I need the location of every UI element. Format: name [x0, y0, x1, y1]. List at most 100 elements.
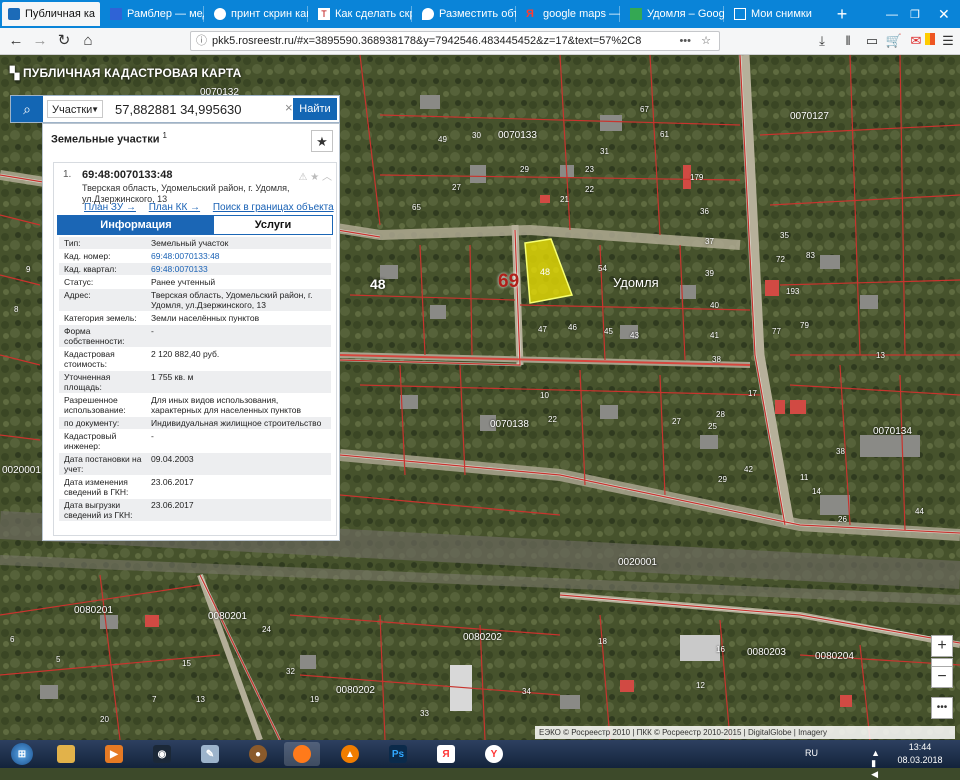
attribute-key: Дата постановки на учет:: [64, 454, 142, 474]
new-tab-button[interactable]: +: [830, 2, 854, 26]
quarter-label: 0080202: [336, 685, 375, 696]
maximize-button[interactable]: ❐: [904, 2, 924, 26]
tab[interactable]: принт скрин как: [208, 2, 308, 26]
taskbar-yandex[interactable]: Я: [428, 742, 464, 766]
clock-time[interactable]: 13:44: [892, 742, 948, 752]
parcel-number-label: 30: [472, 131, 481, 140]
tab-title: Публичная ка: [25, 8, 96, 20]
collapse-icon[interactable]: ︿: [322, 172, 332, 183]
media-icon: ▶: [105, 745, 123, 763]
parcel-number-label: 36: [700, 207, 709, 216]
brand-logo-icon: ▚: [10, 66, 23, 80]
search-input[interactable]: [111, 100, 295, 118]
parcel-number-label: 47: [538, 325, 547, 334]
menu-icon[interactable]: ☰: [938, 31, 958, 51]
parcel-number-label: 14: [812, 487, 821, 496]
find-button[interactable]: Найти: [293, 98, 337, 120]
tab[interactable]: Я google maps — Я: [520, 2, 620, 26]
star-icon[interactable]: ★: [310, 172, 319, 183]
attribute-value[interactable]: 69:48:0070133: [149, 263, 331, 275]
parcel-number-label: 79: [800, 321, 809, 330]
tab[interactable]: Рамблер — меди: [104, 2, 204, 26]
close-icon[interactable]: ×: [95, 7, 100, 21]
clock-date[interactable]: 08.03.2018: [892, 755, 948, 765]
tab[interactable]: Удомля – Google: [624, 2, 724, 26]
quarter-label: 0080203: [747, 647, 786, 658]
zoom-out-button[interactable]: −: [931, 666, 953, 688]
language-indicator[interactable]: RU: [805, 748, 818, 758]
taskbar-explorer[interactable]: [48, 742, 84, 766]
quarter-label: 0080202: [463, 632, 502, 643]
attribute-key: Кадастровый инженер:: [64, 431, 117, 451]
home-button[interactable]: ⌂: [78, 31, 98, 51]
flag-icon[interactable]: [920, 31, 940, 51]
parcel-number-label: 38: [712, 355, 721, 364]
parcel-number-label: 9: [26, 265, 31, 274]
search-type-select[interactable]: Участки ▼: [47, 100, 103, 118]
tray-icons[interactable]: ▲ ▮ ◀: [871, 748, 884, 780]
page-actions-icon[interactable]: •••: [679, 32, 691, 50]
parcel-number-label: 20: [100, 715, 109, 724]
taskbar-steam[interactable]: ◉: [144, 742, 180, 766]
tab-information[interactable]: Информация: [58, 216, 214, 234]
tab[interactable]: Разместить объя: [416, 2, 516, 26]
parcel-number-label: 72: [776, 255, 785, 264]
attribute-value[interactable]: 69:48:0070133:48: [149, 250, 331, 262]
warning-icon[interactable]: ⚠: [299, 172, 308, 183]
city-label: Удомля: [613, 275, 659, 290]
tab-title: Мои снимки: [751, 8, 812, 20]
taskbar-avast[interactable]: ▲: [332, 742, 368, 766]
tab[interactable]: T Как сделать скри: [312, 2, 412, 26]
attribute-value: 23.06.2017: [151, 477, 194, 487]
start-button[interactable]: ⊞: [2, 742, 42, 766]
address-bar[interactable]: ⓘ pkk5.rosreestr.ru/#x=3895590.368938178&…: [190, 31, 720, 51]
attribute-row: Разрешенное использование: Для иных видов…: [59, 394, 331, 417]
forward-button[interactable]: →: [30, 31, 50, 51]
parcel-number-label: 39: [705, 269, 714, 278]
cart-icon[interactable]: 🛒: [884, 31, 904, 51]
map-menu-button[interactable]: •••: [931, 697, 953, 719]
zoom-in-button[interactable]: +: [931, 635, 953, 657]
quarter-label: 0070127: [790, 111, 829, 122]
parcel-number-label: 34: [522, 687, 531, 696]
search-icon[interactable]: ⌕: [11, 96, 43, 122]
tab[interactable]: Мои снимки: [728, 2, 828, 26]
taskbar-yandex-browser[interactable]: Y: [476, 742, 512, 766]
tool-icon: ✎: [201, 745, 219, 763]
tab-services[interactable]: Услуги: [214, 216, 332, 234]
taskbar-media[interactable]: ▶: [96, 742, 132, 766]
tab-active[interactable]: Публичная ка ×: [2, 2, 100, 26]
clear-icon[interactable]: ×: [285, 100, 293, 115]
quarter-number: 48: [370, 276, 386, 292]
explorer-icon: [57, 745, 75, 763]
taskbar-photoshop[interactable]: Ps: [380, 742, 416, 766]
attribute-value: Земельный участок: [151, 238, 229, 248]
parcel-number-label: 18: [598, 637, 607, 646]
tab-title: принт скрин как: [231, 8, 308, 20]
plan-kk-link[interactable]: План КК →: [149, 202, 200, 213]
parcel-number-label: 65: [412, 203, 421, 212]
download-icon[interactable]: ⤓: [812, 31, 832, 51]
attribute-key: Тип:: [64, 238, 81, 248]
taskbar-disc[interactable]: ●: [240, 742, 276, 766]
sidebar-icon[interactable]: ▭: [862, 31, 882, 51]
attribute-value: Ранее учтенный: [151, 277, 216, 287]
info-icon[interactable]: ⓘ: [196, 32, 207, 50]
yandex-browser-icon: Y: [485, 745, 503, 763]
minimize-button[interactable]: —: [880, 2, 900, 26]
taskbar-firefox[interactable]: [284, 742, 320, 766]
back-button[interactable]: ←: [6, 31, 26, 51]
taskbar-tool[interactable]: ✎: [192, 742, 228, 766]
attribute-value: 09.04.2003: [151, 454, 194, 464]
app-brand[interactable]: ▚ ПУБЛИЧНАЯ КАДАСТРОВАЯ КАРТА: [10, 66, 242, 80]
library-icon[interactable]: ‖: [838, 31, 858, 51]
close-window-button[interactable]: ✕: [932, 2, 952, 26]
parcel-number-label: 19: [310, 695, 319, 704]
quarter-label: 0020001: [618, 557, 657, 568]
favorite-star-button[interactable]: ★: [311, 130, 333, 152]
reload-button[interactable]: ↻: [54, 31, 74, 51]
attribute-key: Статус:: [64, 277, 94, 287]
bookmark-star-icon[interactable]: ☆: [701, 32, 711, 50]
parcel-number-label: 44: [915, 507, 924, 516]
plan-zu-link[interactable]: План ЗУ →: [84, 202, 136, 213]
